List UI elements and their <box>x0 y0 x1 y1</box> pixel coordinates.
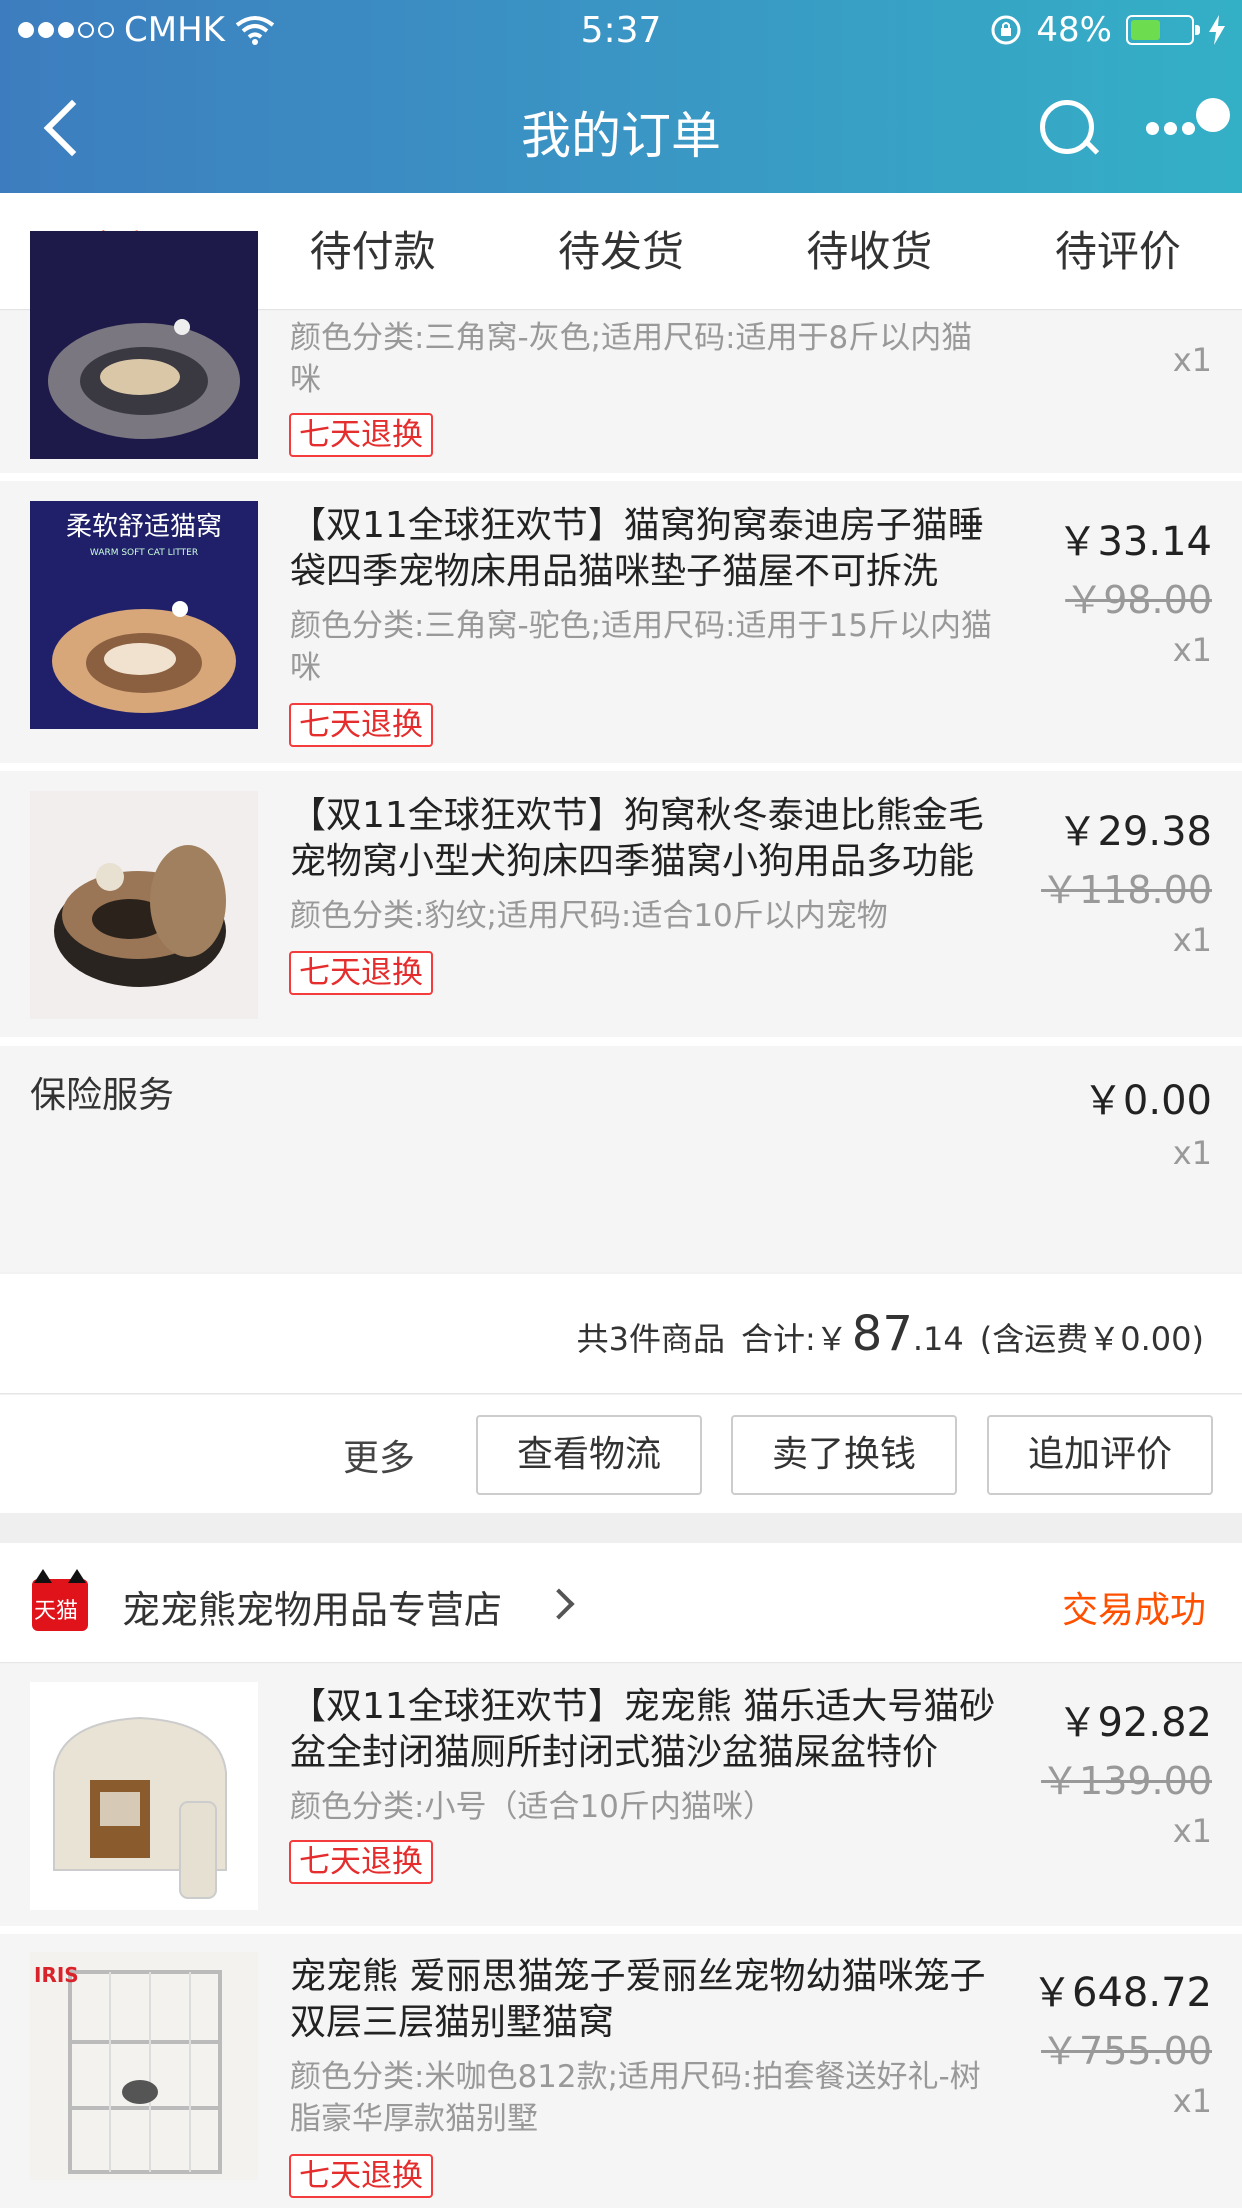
battery-icon <box>1126 15 1200 45</box>
nav-bar: 我的订单 <box>0 62 1242 193</box>
return-policy-tag: 七天退换 <box>289 951 433 995</box>
item-sku: 颜色分类:三角窝-灰色;适用尺码:适用于8斤以内猫咪 <box>290 320 973 398</box>
charging-icon <box>1209 15 1225 45</box>
tmall-logo-icon: 天猫 <box>32 1569 88 1631</box>
item-price: ￥29.38 <box>1057 809 1212 855</box>
product-thumbnail <box>30 791 258 1019</box>
item-sku: 颜色分类:米咖色812款;适用尺码:拍套餐送好礼-树脂豪华厚款猫别墅 <box>290 2059 981 2137</box>
thumb-banner: 柔软舒适猫窝 <box>66 512 222 542</box>
order-item[interactable]: 【双11全球狂欢节】宠宠熊 猫乐适大号猫砂盆全封闭猫厕所封闭式猫沙盆猫屎盆特价 … <box>0 1664 1242 1926</box>
insurance-row: 保险服务 ￥0.00 x1 <box>0 1046 1242 1272</box>
return-policy-tag: 七天退换 <box>289 703 433 747</box>
search-icon[interactable] <box>1040 100 1100 160</box>
order-actions: 更多 查看物流 卖了换钱 追加评价 <box>0 1395 1242 1513</box>
item-quantity: x1 <box>1172 631 1212 669</box>
product-thumbnail: IRIS <box>30 1952 258 2180</box>
chevron-right-icon[interactable] <box>543 1588 575 1620</box>
insurance-price: ￥0.00 <box>1082 1078 1212 1124</box>
item-original-price: ￥755.00 <box>1041 2029 1212 2073</box>
total-decimal: .14 <box>912 1320 964 1358</box>
item-quantity: x1 <box>1172 921 1212 959</box>
order-item[interactable]: 颜色分类:三角窝-灰色;适用尺码:适用于8斤以内猫咪 七天退换 x1 <box>0 231 1242 473</box>
item-sku: 颜色分类:小号（适合10斤内猫咪） <box>290 1789 774 1825</box>
tab-pending-payment[interactable]: 待付款 <box>248 193 496 309</box>
tab-pending-shipment[interactable]: 待发货 <box>497 193 745 309</box>
item-title[interactable]: 宠宠熊 爱丽思猫笼子爱丽丝宠物幼猫咪笼子双层三层猫别墅猫窝 <box>290 1954 1000 2046</box>
item-price: ￥92.82 <box>1057 1700 1212 1746</box>
item-title[interactable]: 【双11全球狂欢节】狗窝秋冬泰迪比熊金毛宠物窝小型犬狗床四季猫窝小狗用品多功能 <box>290 793 1000 885</box>
return-policy-tag: 七天退换 <box>289 413 433 457</box>
thumb-brand: IRIS <box>34 1963 79 1987</box>
rotation-lock-icon <box>991 15 1021 45</box>
divider <box>0 763 1242 771</box>
total-label: 合计:￥ <box>741 1320 848 1358</box>
item-title[interactable]: 【双11全球狂欢节】猫窝狗窝泰迪房子猫睡袋四季宠物床用品猫咪垫子猫屋不可拆洗 <box>290 503 1000 595</box>
insurance-quantity: x1 <box>1172 1134 1212 1172</box>
total-integer: 87 <box>851 1306 913 1362</box>
order-gap <box>0 1513 1242 1543</box>
product-thumbnail <box>30 231 258 459</box>
shipping-fee: (含运费￥0.00) <box>979 1320 1204 1358</box>
item-price: ￥648.72 <box>1032 1970 1212 2016</box>
item-original-price: ￥98.00 <box>1065 578 1212 622</box>
shop-header[interactable]: 天猫 宠宠熊宠物用品专营店 交易成功 <box>0 1543 1242 1663</box>
view-logistics-button[interactable]: 查看物流 <box>476 1415 702 1495</box>
resell-button[interactable]: 卖了换钱 <box>731 1415 957 1495</box>
app-header: CMHK 5:37 48% 我的订单 <box>0 0 1242 193</box>
item-original-price: ￥118.00 <box>1041 868 1212 912</box>
order-status: 交易成功 <box>1061 1590 1206 1631</box>
status-bar: CMHK 5:37 48% <box>0 0 1242 62</box>
product-thumbnail: 柔软舒适猫窝 WARM SOFT CAT LITTER <box>30 501 258 729</box>
status-right: 48% <box>990 10 1226 50</box>
summary-text: 共3件商品 合计:￥ 87 .14 (含运费￥0.00) <box>577 1306 1204 1362</box>
divider <box>0 1037 1242 1046</box>
item-sku: 颜色分类:三角窝-驼色;适用尺码:适用于15斤以内猫咪 <box>290 608 992 686</box>
tab-pending-review[interactable]: 待评价 <box>994 193 1242 309</box>
order-summary: 共3件商品 合计:￥ 87 .14 (含运费￥0.00) <box>0 1274 1242 1394</box>
shop-name[interactable]: 宠宠熊宠物用品专营店 <box>122 1579 502 1634</box>
tab-pending-receipt[interactable]: 待收货 <box>745 193 993 309</box>
item-price: ￥33.14 <box>1057 519 1212 565</box>
item-title[interactable]: 【双11全球狂欢节】宠宠熊 猫乐适大号猫砂盆全封闭猫厕所封闭式猫沙盆猫屎盆特价 <box>290 1684 1000 1776</box>
battery-percent: 48% <box>1036 10 1112 50</box>
return-policy-tag: 七天退换 <box>289 2154 433 2198</box>
return-policy-tag: 七天退换 <box>289 1840 433 1884</box>
order-item[interactable]: 【双11全球狂欢节】狗窝秋冬泰迪比熊金毛宠物窝小型犬狗床四季猫窝小狗用品多功能 … <box>0 771 1242 1037</box>
more-link[interactable]: 更多 <box>343 1429 415 1481</box>
item-quantity: x1 <box>1172 1812 1212 1850</box>
thumb-sub: WARM SOFT CAT LITTER <box>90 548 198 558</box>
order-item[interactable]: IRIS 宠宠熊 爱丽思猫笼子爱丽丝宠物幼猫咪笼子双层三层猫别墅猫窝 颜色分类:… <box>0 1934 1242 2208</box>
item-count: 共3件商品 <box>576 1320 725 1358</box>
order-item[interactable]: 柔软舒适猫窝 WARM SOFT CAT LITTER 【双11全球狂欢节】猫窝… <box>0 481 1242 763</box>
item-original-price: ￥139.00 <box>1041 1759 1212 1803</box>
divider <box>0 473 1242 481</box>
divider <box>0 1926 1242 1934</box>
item-quantity: x1 <box>1172 341 1212 379</box>
item-sku: 颜色分类:豹纹;适用尺码:适合10斤以内宠物 <box>290 898 888 934</box>
item-quantity: x1 <box>1172 2082 1212 2120</box>
insurance-label: 保险服务 <box>30 1075 175 1116</box>
more-icon[interactable] <box>1146 92 1236 152</box>
add-review-button[interactable]: 追加评价 <box>987 1415 1213 1495</box>
product-thumbnail <box>30 1682 258 1910</box>
